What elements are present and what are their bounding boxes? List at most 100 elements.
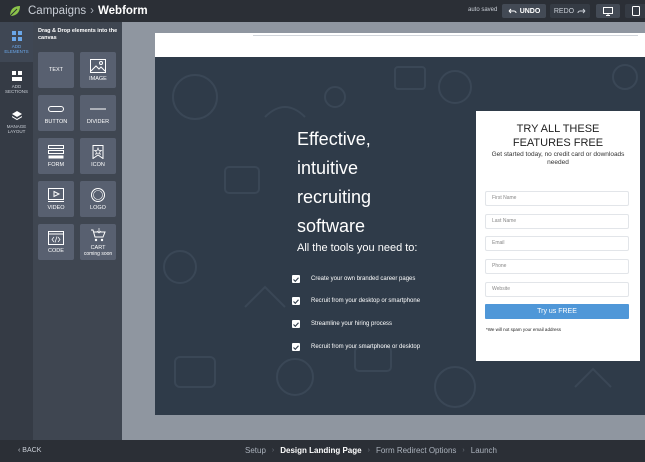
panel-title: Drag & Drop elements into the canvas xyxy=(38,28,118,41)
step-form-redirect-options[interactable]: Form Redirect Options xyxy=(376,446,456,455)
redo-icon xyxy=(577,8,586,14)
tile-text[interactable]: TEXT xyxy=(38,52,74,88)
tile-label: CODE xyxy=(48,247,64,254)
last-name-field[interactable]: Last Name xyxy=(485,214,629,229)
tablet-preview-button[interactable] xyxy=(625,4,645,18)
tile-cart: CART coming soon xyxy=(80,224,116,260)
tablet-preview-icon xyxy=(632,6,640,16)
form-subtitle: Get started today, no credit card or dow… xyxy=(491,151,625,166)
back-button[interactable]: ‹ BACK xyxy=(18,447,41,454)
feature-item[interactable]: Create your own branded career pages xyxy=(292,275,415,283)
form-icon xyxy=(48,144,64,158)
try-free-button[interactable]: Try us FREE xyxy=(485,304,629,319)
chevron-right-icon: › xyxy=(462,447,465,454)
headline-line: Effective, xyxy=(297,129,371,149)
breadcrumb-campaigns[interactable]: Campaigns xyxy=(28,5,86,17)
checkbox-icon xyxy=(292,320,300,328)
divider-icon xyxy=(90,108,106,109)
step-setup[interactable]: Setup xyxy=(245,446,266,455)
elements-panel: Drag & Drop elements into the canvas TEX… xyxy=(33,22,122,440)
headline-line: intuitive xyxy=(297,158,359,178)
top-bar: Campaigns › Webform auto saved UNDO REDO xyxy=(0,0,645,22)
rail-label: MANAGE LAYOUT xyxy=(6,124,27,134)
website-field[interactable]: Website xyxy=(485,282,629,297)
tile-label: ICON xyxy=(91,161,105,168)
logo-icon xyxy=(91,187,105,202)
bottom-bar: ‹ BACK Setup › Design Landing Page › For… xyxy=(0,440,645,462)
layers-icon xyxy=(11,111,22,121)
tile-sub-label: coming soon xyxy=(83,250,113,257)
tile-form[interactable]: FORM xyxy=(38,138,74,174)
feature-text: Recruit from your smartphone or desktop xyxy=(311,344,421,350)
undo-button[interactable]: UNDO xyxy=(502,4,546,18)
leaf-logo-icon[interactable] xyxy=(8,4,22,18)
tile-code[interactable]: CODE xyxy=(38,224,74,260)
checkbox-icon xyxy=(292,343,300,351)
tile-label: LOGO xyxy=(90,204,106,211)
chevron-right-icon: › xyxy=(271,447,275,454)
checkbox-icon xyxy=(292,275,300,283)
feature-item[interactable]: Recruit from your desktop or smartphone xyxy=(292,297,420,305)
desktop-preview-icon xyxy=(603,6,613,16)
autosave-status: auto saved xyxy=(468,7,498,13)
tile-logo[interactable]: LOGO xyxy=(80,181,116,217)
feature-item[interactable]: Streamline your hiring process xyxy=(292,320,392,328)
rail-label: ADD SECTIONS xyxy=(4,84,28,94)
breadcrumb-separator: › xyxy=(90,5,95,17)
code-icon xyxy=(48,230,64,245)
chevron-left-icon: ‹ xyxy=(18,447,21,454)
step-launch[interactable]: Launch xyxy=(471,446,497,455)
rail-label: ADD ELEMENTS xyxy=(4,44,29,54)
tile-label: BUTTON xyxy=(44,118,68,125)
headline-line: recruiting xyxy=(297,187,372,207)
tile-label: TEXT xyxy=(48,67,64,73)
grid-icon xyxy=(11,31,22,41)
button-icon xyxy=(48,105,64,112)
hero-headline[interactable]: Effective, intuitive recruiting software xyxy=(297,125,371,241)
form-title-line: TRY ALL THESE xyxy=(516,123,600,135)
tile-divider[interactable]: DIVIDER xyxy=(80,95,116,131)
video-icon xyxy=(48,187,64,202)
feature-text: Create your own branded career pages xyxy=(311,276,416,282)
rail-manage-layout[interactable]: MANAGE LAYOUT xyxy=(0,102,33,142)
feature-text: Recruit from your desktop or smartphone xyxy=(311,298,421,304)
breadcrumb-webform: Webform xyxy=(98,5,148,17)
breadcrumb: Campaigns › Webform xyxy=(28,5,148,17)
phone-field[interactable]: Phone xyxy=(485,259,629,274)
page-header-strip[interactable] xyxy=(155,33,645,57)
desktop-preview-button[interactable] xyxy=(596,4,620,18)
redo-label: REDO xyxy=(553,7,575,15)
spam-note: *We will not spam your email address xyxy=(486,327,561,332)
tile-icon[interactable]: ICON xyxy=(80,138,116,174)
left-rail: ADD ELEMENTS ADD SECTIONS MANAGE LAYOUT xyxy=(0,22,33,440)
hero-subhead[interactable]: All the tools you need to: xyxy=(297,242,417,254)
sections-icon xyxy=(11,71,22,81)
editor-canvas: Effective, intuitive recruiting software… xyxy=(122,22,645,440)
rail-add-sections[interactable]: ADD SECTIONS xyxy=(0,62,33,102)
tile-video[interactable]: VIDEO xyxy=(38,181,74,217)
tile-label: DIVIDER xyxy=(86,118,110,125)
redo-button[interactable]: REDO xyxy=(550,4,590,18)
first-name-field[interactable]: First Name xyxy=(485,191,629,206)
tile-label: FORM xyxy=(47,161,65,168)
wizard-steps: Setup › Design Landing Page › Form Redir… xyxy=(245,446,497,455)
feature-item[interactable]: Recruit from your smartphone or desktop xyxy=(292,343,420,351)
back-label: BACK xyxy=(22,447,42,454)
tile-label: IMAGE xyxy=(89,75,107,82)
cart-icon xyxy=(91,227,106,241)
checkbox-icon xyxy=(292,297,300,305)
form-title: TRY ALL THESE FEATURES FREE xyxy=(476,111,640,150)
header-rule xyxy=(253,35,638,36)
email-field[interactable]: Email xyxy=(485,236,629,251)
hero-section[interactable]: Effective, intuitive recruiting software… xyxy=(155,57,645,415)
rail-add-elements[interactable]: ADD ELEMENTS xyxy=(0,22,33,62)
tile-button[interactable]: BUTTON xyxy=(38,95,74,131)
headline-line: software xyxy=(297,216,366,236)
tile-image[interactable]: IMAGE xyxy=(80,52,116,88)
undo-icon xyxy=(508,8,517,14)
feature-text: Streamline your hiring process xyxy=(311,321,393,327)
signup-form-card[interactable]: TRY ALL THESE FEATURES FREE Get started … xyxy=(476,111,640,361)
step-design-landing-page[interactable]: Design Landing Page xyxy=(280,446,361,455)
star-badge-icon xyxy=(92,144,104,159)
undo-label: UNDO xyxy=(519,7,541,15)
